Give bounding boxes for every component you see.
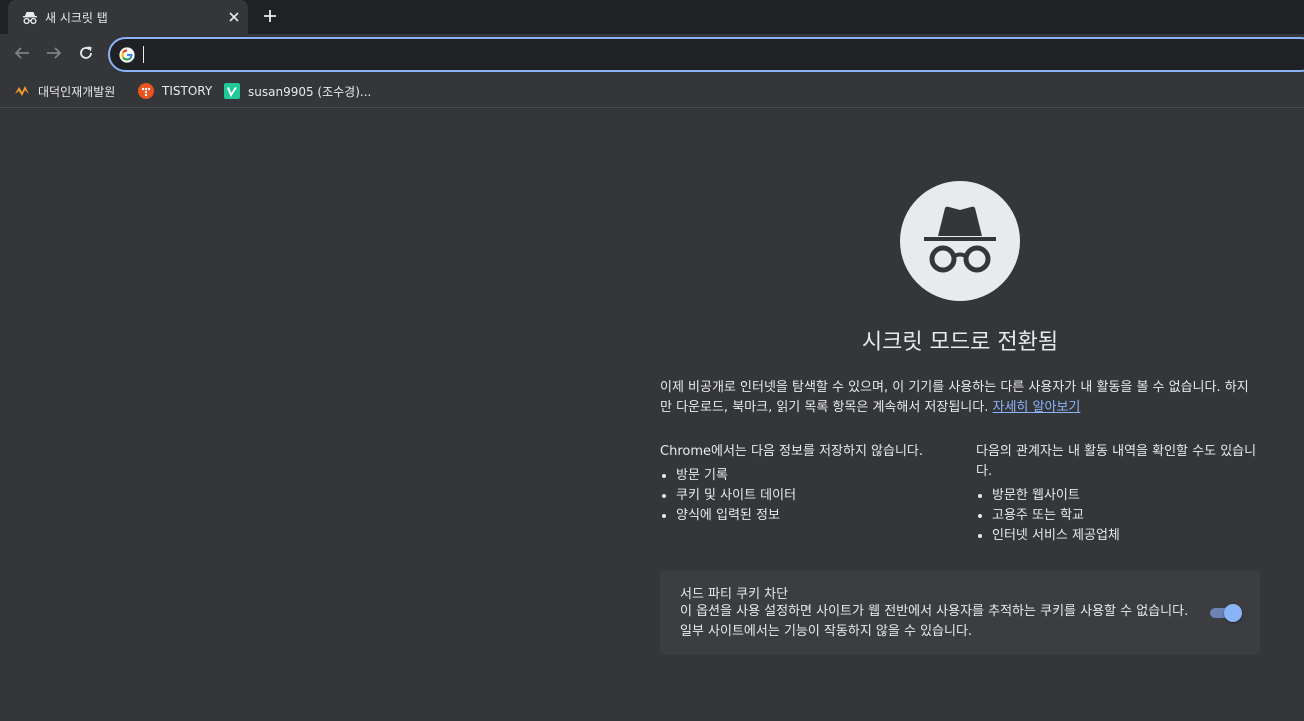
toolbar <box>0 34 1304 75</box>
cookie-card-description: 이 옵션을 사용 설정하면 사이트가 웹 전반에서 사용자를 추적하는 쿠키를 … <box>680 604 1189 639</box>
list-item: 인터넷 서비스 제공업체 <box>992 526 1260 546</box>
not-saved-section: Chrome에서는 다음 정보를 저장하지 않습니다. 방문 기록 쿠키 및 사… <box>660 442 944 526</box>
forward-button[interactable] <box>41 42 67 68</box>
bookmark-label: TISTORY <box>162 84 213 98</box>
bookmark-velog[interactable]: susan9905 (조수경)... <box>224 81 371 101</box>
tab-incognito[interactable]: 새 시크릿 탭 <box>8 0 248 34</box>
plus-icon <box>263 8 277 27</box>
visible-to-section: 다음의 관계자는 내 활동 내역을 확인할 수도 있습니다. 방문한 웹사이트 … <box>976 442 1260 546</box>
cookie-card-title: 서드 파티 쿠키 차단 <box>680 587 789 602</box>
incognito-icon <box>22 10 38 25</box>
block-cookies-toggle[interactable] <box>1208 604 1242 622</box>
bookmark-daedeok[interactable]: 대덕인재개발원 <box>14 81 115 101</box>
incognito-icon <box>900 181 1020 301</box>
intro-text: 이제 비공개로 인터넷을 탐색할 수 있으며, 이 기기를 사용하는 다른 사용… <box>660 380 1249 415</box>
dd-logo-icon <box>14 83 30 99</box>
intro-paragraph: 이제 비공개로 인터넷을 탐색할 수 있으며, 이 기기를 사용하는 다른 사용… <box>660 378 1260 418</box>
not-saved-title: Chrome에서는 다음 정보를 저장하지 않습니다. <box>660 444 924 459</box>
incognito-page: 시크릿 모드로 전환됨 이제 비공개로 인터넷을 탐색할 수 있으며, 이 기기… <box>0 108 1304 721</box>
list-item: 방문한 웹사이트 <box>992 486 1260 506</box>
tab-strip: 새 시크릿 탭 <box>0 0 1304 34</box>
forward-arrow-icon <box>46 45 62 65</box>
not-saved-list: 방문 기록 쿠키 및 사이트 데이터 양식에 입력된 정보 <box>660 466 944 526</box>
bookmark-label: susan9905 (조수경)... <box>248 84 372 99</box>
tistory-icon <box>138 83 154 99</box>
learn-more-link[interactable]: 자세히 알아보기 <box>993 400 1081 415</box>
back-arrow-icon <box>14 45 30 65</box>
visible-to-list: 방문한 웹사이트 고용주 또는 학교 인터넷 서비스 제공업체 <box>976 486 1260 546</box>
new-tab-button[interactable] <box>258 5 282 29</box>
visible-to-title: 다음의 관계자는 내 활동 내역을 확인할 수도 있습니다. <box>976 444 1257 479</box>
text-caret <box>143 46 144 63</box>
back-button[interactable] <box>9 42 35 68</box>
third-party-cookie-card: 서드 파티 쿠키 차단 이 옵션을 사용 설정하면 사이트가 웹 전반에서 사용… <box>660 571 1260 655</box>
bookmark-tistory[interactable]: TISTORY <box>138 81 212 101</box>
reload-icon <box>78 45 94 65</box>
address-bar[interactable] <box>108 37 1304 72</box>
tab-title: 새 시크릿 탭 <box>45 11 108 25</box>
list-item: 방문 기록 <box>676 466 944 486</box>
velog-icon <box>224 83 240 99</box>
page-title: 시크릿 모드로 전환됨 <box>861 330 1059 355</box>
close-icon[interactable] <box>226 9 242 25</box>
toggle-knob <box>1224 604 1242 622</box>
list-item: 양식에 입력된 정보 <box>676 506 944 526</box>
bookmarks-bar: 대덕인재개발원 TISTORY susan9905 (조수경)... <box>0 75 1304 108</box>
omnibox-input[interactable] <box>142 44 1042 66</box>
google-icon <box>119 47 135 63</box>
reload-button[interactable] <box>73 42 99 68</box>
bookmark-label: 대덕인재개발원 <box>38 84 116 99</box>
list-item: 고용주 또는 학교 <box>992 506 1260 526</box>
list-item: 쿠키 및 사이트 데이터 <box>676 486 944 506</box>
